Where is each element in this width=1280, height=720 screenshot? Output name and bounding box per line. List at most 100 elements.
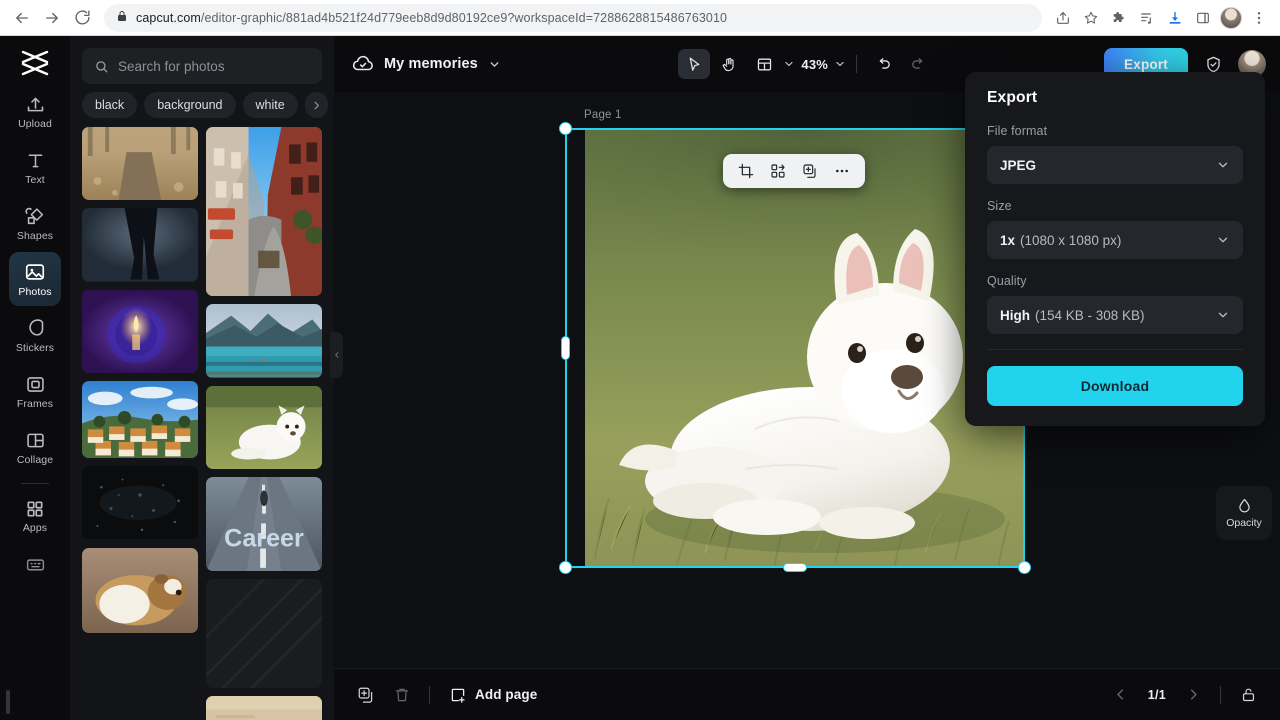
duplicate-button[interactable] — [796, 158, 824, 184]
sidebar-item-collage[interactable]: Collage — [9, 420, 61, 474]
puzzle-icon[interactable] — [1106, 5, 1132, 31]
bottombar-divider — [1220, 686, 1221, 704]
browser-toolbar: capcut.com/editor-graphic/881ad4b521f24d… — [0, 0, 1280, 36]
tag-chip[interactable]: white — [243, 92, 298, 118]
photo-thumbnail[interactable] — [82, 548, 198, 633]
reading-list-icon[interactable] — [1134, 5, 1160, 31]
bottombar-divider — [429, 686, 430, 704]
sidebar-item-label: Apps — [23, 522, 47, 534]
add-page-label: Add page — [475, 687, 537, 702]
layout-tool-button[interactable] — [748, 49, 780, 79]
size-label: Size — [987, 199, 1243, 213]
browser-forward-button[interactable] — [38, 4, 66, 32]
sidebar-item-frames[interactable]: Frames — [9, 364, 61, 418]
prev-page-button[interactable] — [1105, 680, 1137, 710]
photo-thumbnail[interactable] — [82, 466, 198, 539]
stickers-icon — [25, 317, 46, 339]
apps-icon — [25, 497, 45, 519]
address-bar[interactable]: capcut.com/editor-graphic/881ad4b521f24d… — [104, 4, 1042, 32]
download-icon[interactable] — [1162, 5, 1188, 31]
sidebar-item-apps[interactable]: Apps — [9, 488, 61, 542]
photos-icon — [24, 261, 46, 283]
download-button[interactable]: Download — [987, 366, 1243, 406]
size-select[interactable]: 1x (1080 x 1080 px) — [987, 221, 1243, 259]
search-input[interactable] — [118, 59, 310, 74]
left-rail: Upload Text Shapes Photos Stickers — [0, 36, 70, 720]
star-icon[interactable] — [1078, 5, 1104, 31]
opacity-label: Opacity — [1226, 517, 1262, 529]
panel-collapse-button[interactable] — [330, 332, 343, 378]
photo-thumbnail[interactable] — [82, 381, 198, 458]
resize-handle-top-left[interactable] — [559, 122, 572, 135]
opacity-control[interactable]: Opacity — [1216, 486, 1272, 540]
rail-divider — [21, 483, 49, 484]
file-format-label: File format — [987, 124, 1243, 138]
redo-button[interactable] — [902, 49, 934, 79]
capcut-logo-icon[interactable] — [17, 46, 53, 80]
sidebar-item-photos[interactable]: Photos — [9, 252, 61, 306]
svg-text:Career: Career — [224, 524, 304, 552]
lock-icon — [116, 9, 128, 27]
more-options-button[interactable] — [828, 158, 856, 184]
tag-chip[interactable]: black — [82, 92, 137, 118]
canvas-image-white-puppy[interactable] — [585, 129, 1025, 567]
sidebar-item-shapes[interactable]: Shapes — [9, 196, 61, 250]
lock-page-button[interactable] — [1232, 680, 1264, 710]
chevron-right-icon[interactable] — [305, 92, 328, 118]
resize-handle-bottom-left[interactable] — [559, 561, 572, 574]
undo-button[interactable] — [867, 49, 899, 79]
remove-background-button[interactable] — [764, 158, 792, 184]
share-icon[interactable] — [1050, 5, 1076, 31]
photo-thumbnail[interactable] — [82, 290, 198, 373]
photo-thumbnail[interactable] — [206, 304, 322, 377]
zoom-chevron-down-icon[interactable] — [834, 58, 846, 70]
select-tool-button[interactable] — [678, 49, 710, 79]
delete-page-button[interactable] — [386, 680, 418, 710]
editor-bottombar: Add page 1/1 — [334, 668, 1280, 720]
size-value-dimensions: (1080 x 1080 px) — [1020, 233, 1216, 248]
resize-handle-left-middle[interactable] — [561, 336, 570, 360]
add-page-icon — [449, 686, 467, 704]
photo-thumbnail[interactable] — [82, 208, 198, 281]
profile-avatar[interactable] — [1218, 5, 1244, 31]
photo-thumbnail[interactable] — [82, 127, 198, 200]
export-popover: Export File format JPEG Size 1x (1080 x … — [965, 72, 1265, 426]
sidebar-item-label: Photos — [18, 286, 51, 298]
layout-chevron-down-icon[interactable] — [783, 58, 795, 70]
photo-thumbnail[interactable] — [206, 386, 322, 469]
sidebar-item-upload[interactable]: Upload — [9, 84, 61, 138]
sidebar-item-label: Upload — [18, 118, 52, 130]
photo-thumbnail[interactable] — [206, 127, 322, 296]
photo-thumbnail[interactable]: Career — [206, 477, 322, 572]
chevron-down-icon — [1216, 308, 1230, 322]
hand-tool-button[interactable] — [713, 49, 745, 79]
chevron-down-icon[interactable] — [488, 58, 501, 71]
photo-thumbnail[interactable] — [206, 696, 322, 720]
artboard[interactable] — [585, 129, 1025, 567]
kebab-menu-icon[interactable] — [1246, 5, 1272, 31]
keyboard-shortcuts-icon[interactable] — [25, 554, 46, 580]
file-format-select[interactable]: JPEG — [987, 146, 1243, 184]
photo-thumbnail[interactable] — [206, 579, 322, 687]
chevron-down-icon — [1216, 233, 1230, 247]
crop-button[interactable] — [732, 158, 760, 184]
add-page-button[interactable]: Add page — [441, 680, 545, 710]
capcut-editor: Upload Text Shapes Photos Stickers — [0, 36, 1280, 720]
chevron-down-icon — [1216, 158, 1230, 172]
page-indicator: 1/1 — [1141, 688, 1173, 702]
browser-back-button[interactable] — [8, 4, 36, 32]
side-panel-icon[interactable] — [1190, 5, 1216, 31]
sidebar-item-label: Stickers — [16, 342, 54, 354]
quality-select[interactable]: High (154 KB - 308 KB) — [987, 296, 1243, 334]
sidebar-item-label: Frames — [17, 398, 53, 410]
rail-scroll-indicator — [6, 690, 10, 714]
browser-reload-button[interactable] — [68, 4, 96, 32]
sidebar-item-label: Text — [25, 174, 45, 186]
next-page-button[interactable] — [1177, 680, 1209, 710]
sidebar-item-stickers[interactable]: Stickers — [9, 308, 61, 362]
sidebar-item-text[interactable]: Text — [9, 140, 61, 194]
duplicate-page-button[interactable] — [350, 680, 382, 710]
search-box[interactable] — [82, 48, 322, 84]
tag-chip[interactable]: background — [144, 92, 235, 118]
text-icon — [25, 149, 46, 171]
